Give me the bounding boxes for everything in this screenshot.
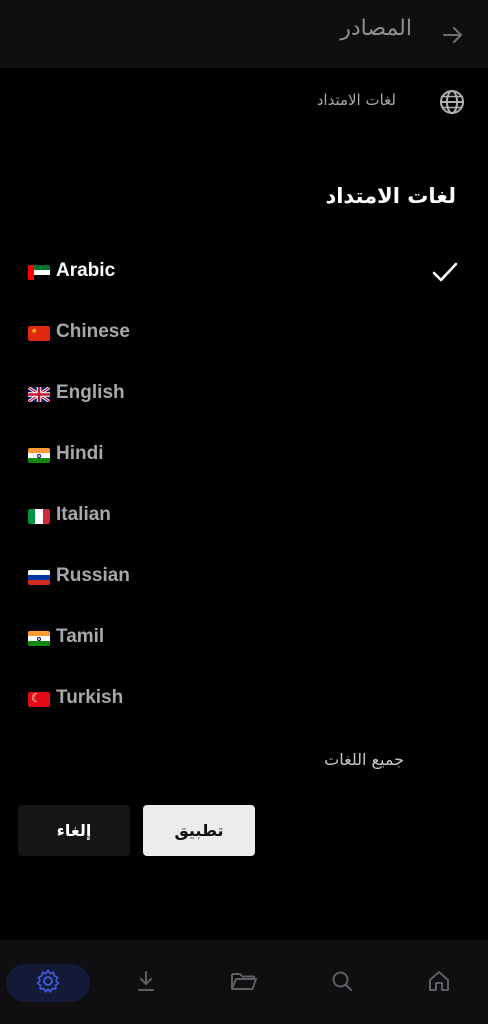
page-title: المصادر — [340, 16, 412, 41]
language-name: Hindi — [56, 443, 104, 464]
italy-flag-icon — [28, 509, 50, 524]
arrow-right-icon — [443, 27, 462, 43]
language-name: English — [56, 382, 125, 403]
language-item-turkish[interactable]: ☾ Turkish — [0, 670, 488, 731]
language-name: Turkish — [56, 687, 124, 708]
back-button[interactable] — [440, 22, 466, 48]
all-languages-option[interactable]: جميع اللغات — [324, 750, 404, 769]
globe-icon — [440, 90, 464, 114]
turkey-flag-icon: ☾ — [28, 692, 50, 707]
nav-settings[interactable] — [6, 957, 90, 1005]
settings-icon — [36, 969, 60, 993]
download-icon — [138, 971, 154, 991]
russia-flag-icon — [28, 570, 50, 585]
language-name: Russian — [56, 565, 130, 586]
search-icon — [332, 971, 352, 991]
folder-icon — [231, 973, 257, 990]
language-name: Italian — [56, 504, 111, 525]
language-name: Chinese — [56, 321, 130, 342]
language-list: Arabic ★ Chinese English Hindi Italian R… — [0, 243, 488, 731]
nav-library[interactable] — [220, 957, 268, 1005]
language-item-arabic[interactable]: Arabic — [0, 243, 488, 304]
cancel-button[interactable]: إلغاء — [18, 805, 130, 856]
india-flag-icon — [28, 631, 50, 646]
top-app-bar: المصادر — [0, 0, 488, 68]
apply-button[interactable]: تطبيق — [143, 805, 255, 856]
nav-search[interactable] — [318, 957, 366, 1005]
uk-flag-icon — [28, 387, 50, 402]
language-item-russian[interactable]: Russian — [0, 548, 488, 609]
nav-home[interactable] — [415, 957, 463, 1005]
language-item-italian[interactable]: Italian — [0, 487, 488, 548]
nav-downloads[interactable] — [122, 957, 170, 1005]
india-flag-icon — [28, 448, 50, 463]
check-icon — [432, 262, 458, 282]
language-name: Tamil — [56, 626, 105, 647]
dialog-title: لغات الامتداد — [325, 184, 456, 208]
home-icon — [429, 971, 449, 991]
uae-flag-icon — [28, 265, 50, 280]
language-item-tamil[interactable]: Tamil — [0, 609, 488, 670]
bottom-navigation — [0, 940, 488, 1024]
extension-languages-label: لغات الامتداد — [316, 91, 396, 109]
language-item-hindi[interactable]: Hindi — [0, 426, 488, 487]
language-item-chinese[interactable]: ★ Chinese — [0, 304, 488, 365]
china-flag-icon: ★ — [28, 326, 50, 341]
extension-languages-row[interactable]: لغات الامتداد — [0, 80, 488, 124]
language-name: Arabic — [56, 260, 116, 281]
language-item-english[interactable]: English — [0, 365, 488, 426]
